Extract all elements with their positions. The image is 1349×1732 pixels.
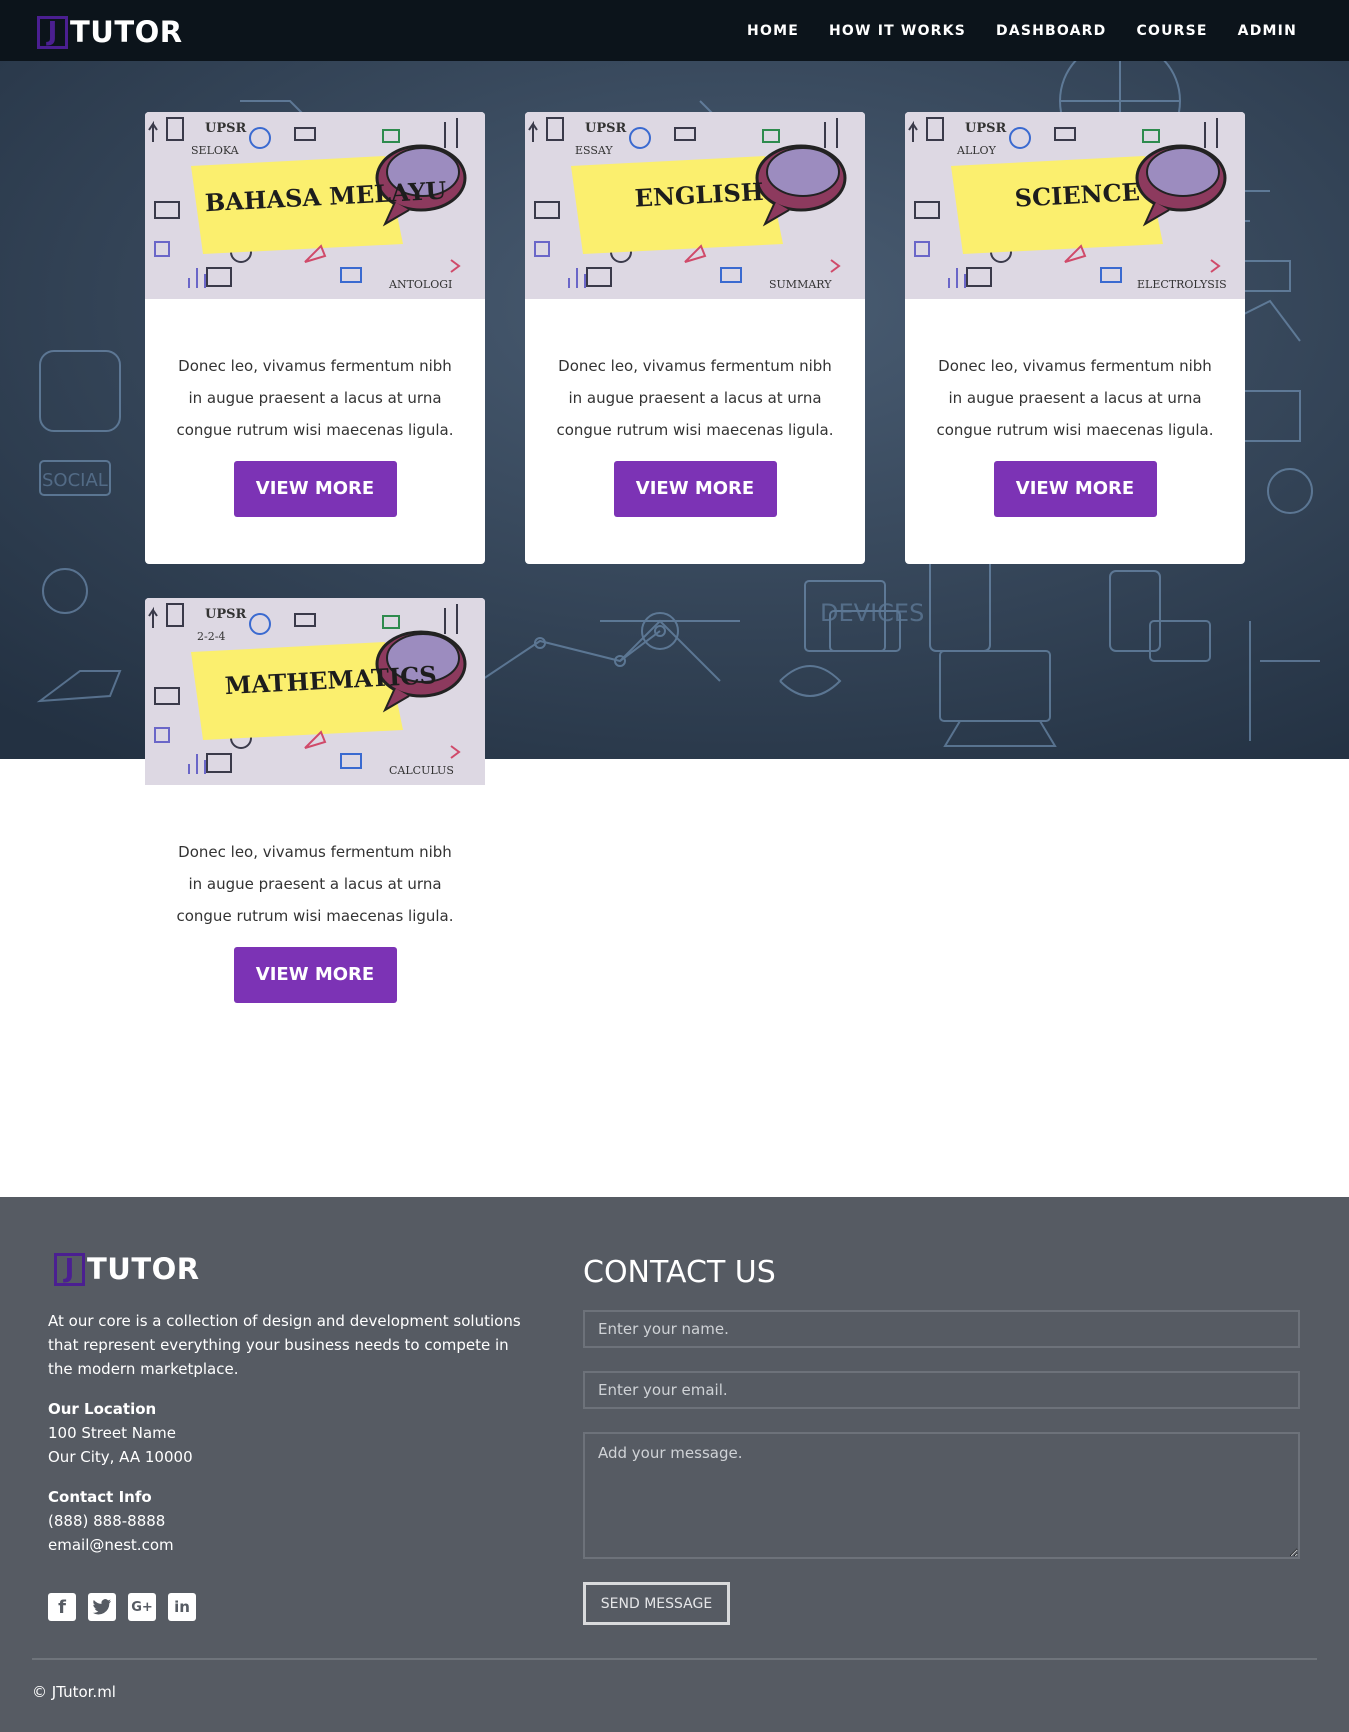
- brand-name: TUTOR: [70, 15, 183, 49]
- email-address[interactable]: email@nest.com: [48, 1536, 174, 1554]
- facebook-icon[interactable]: f: [48, 1593, 76, 1621]
- footer-divider: [32, 1658, 1317, 1660]
- address-line-1: 100 Street Name: [48, 1424, 176, 1442]
- card-body: Donec leo, vivamus fermentum nibh in aug…: [145, 785, 485, 1003]
- nav-how-it-works[interactable]: HOW IT WORKS: [829, 23, 966, 39]
- nav-links: HOME HOW IT WORKS DASHBOARD COURSE ADMIN: [717, 0, 1297, 61]
- course-card-bahasa-melayu: BAHASA MELAYU UPSR SELOKA ANTOLOGI Donec…: [145, 112, 485, 564]
- course-image[interactable]: BAHASA MELAYU UPSR SELOKA ANTOLOGI: [145, 112, 485, 299]
- course-image[interactable]: SCIENCE UPSR ALLOY ELECTROLYSIS: [905, 112, 1245, 299]
- view-more-button[interactable]: VIEW MORE: [993, 461, 1157, 517]
- linkedin-icon[interactable]: in: [168, 1593, 196, 1621]
- card-body: Donec leo, vivamus fermentum nibh in aug…: [525, 299, 865, 517]
- svg-text:ANTOLOGI: ANTOLOGI: [388, 278, 452, 291]
- svg-text:UPSR: UPSR: [965, 121, 1007, 136]
- svg-text:ALLOY: ALLOY: [956, 144, 997, 157]
- nav-dashboard[interactable]: DASHBOARD: [996, 23, 1107, 39]
- contact-us-heading: CONTACT US: [583, 1255, 776, 1290]
- view-more-button[interactable]: VIEW MORE: [233, 947, 397, 1003]
- footer-brand-logo[interactable]: J TUTOR: [54, 1252, 200, 1286]
- svg-text:CALCULUS: CALCULUS: [389, 764, 454, 777]
- svg-text:ESSAY: ESSAY: [575, 144, 613, 157]
- address-line-2: Our City, AA 10000: [48, 1448, 193, 1466]
- course-card-english: ENGLISH UPSR ESSAY SUMMARY Donec leo, vi…: [525, 112, 865, 564]
- svg-text:SOCIAL: SOCIAL: [42, 470, 108, 491]
- course-card-science: SCIENCE UPSR ALLOY ELECTROLYSIS Donec le…: [905, 112, 1245, 564]
- send-message-button[interactable]: SEND MESSAGE: [583, 1582, 730, 1625]
- nav-home[interactable]: HOME: [747, 23, 799, 39]
- course-doodle-art: MATHEMATICS UPSR 2-2-4 CALCULUS: [145, 598, 485, 785]
- twitter-icon[interactable]: [88, 1593, 116, 1621]
- svg-text:UPSR: UPSR: [205, 121, 247, 136]
- view-more-button[interactable]: VIEW MORE: [233, 461, 397, 517]
- name-input[interactable]: [583, 1310, 1300, 1348]
- message-textarea[interactable]: [583, 1432, 1300, 1559]
- course-card-mathematics: MATHEMATICS UPSR 2-2-4 CALCULUS Donec le…: [145, 598, 485, 1050]
- nav-course[interactable]: COURSE: [1137, 23, 1208, 39]
- location-heading: Our Location: [48, 1400, 157, 1418]
- svg-text:SUMMARY: SUMMARY: [769, 278, 832, 291]
- course-description: Donec leo, vivamus fermentum nibh in aug…: [176, 843, 454, 925]
- course-doodle-art: BAHASA MELAYU UPSR SELOKA ANTOLOGI: [145, 112, 485, 299]
- copyright-text: © JTutor.ml: [32, 1683, 116, 1701]
- course-image[interactable]: ENGLISH UPSR ESSAY SUMMARY: [525, 112, 865, 299]
- google-plus-icon[interactable]: G+: [128, 1593, 156, 1621]
- footer-about-text: At our core is a collection of design an…: [48, 1312, 521, 1378]
- svg-text:SELOKA: SELOKA: [191, 144, 240, 157]
- brand-name: TUTOR: [87, 1252, 200, 1286]
- email-input[interactable]: [583, 1371, 1300, 1409]
- nav-admin[interactable]: ADMIN: [1238, 23, 1297, 39]
- brand-letter: J: [54, 1252, 85, 1286]
- contact-info-heading: Contact Info: [48, 1488, 152, 1506]
- course-description: Donec leo, vivamus fermentum nibh in aug…: [936, 357, 1214, 439]
- svg-text:DEVICES: DEVICES: [820, 599, 924, 627]
- svg-text:UPSR: UPSR: [585, 121, 627, 136]
- view-more-button[interactable]: VIEW MORE: [613, 461, 777, 517]
- footer: J TUTOR At our core is a collection of d…: [0, 1197, 1349, 1732]
- svg-text:UPSR: UPSR: [205, 607, 247, 622]
- navbar: J TUTOR HOME HOW IT WORKS DASHBOARD COUR…: [0, 0, 1349, 61]
- course-doodle-art: ENGLISH UPSR ESSAY SUMMARY: [525, 112, 865, 299]
- card-body: Donec leo, vivamus fermentum nibh in aug…: [145, 299, 485, 517]
- card-body: Donec leo, vivamus fermentum nibh in aug…: [905, 299, 1245, 517]
- brand-logo[interactable]: J TUTOR: [37, 15, 183, 49]
- phone-number: (888) 888-8888: [48, 1512, 166, 1530]
- social-links: f G+ in: [48, 1593, 196, 1621]
- svg-text:ELECTROLYSIS: ELECTROLYSIS: [1137, 278, 1227, 291]
- brand-letter: J: [37, 15, 68, 49]
- course-description: Donec leo, vivamus fermentum nibh in aug…: [556, 357, 834, 439]
- course-doodle-art: SCIENCE UPSR ALLOY ELECTROLYSIS: [905, 112, 1245, 299]
- course-description: Donec leo, vivamus fermentum nibh in aug…: [176, 357, 454, 439]
- course-image[interactable]: MATHEMATICS UPSR 2-2-4 CALCULUS: [145, 598, 485, 785]
- svg-text:2-2-4: 2-2-4: [197, 630, 225, 643]
